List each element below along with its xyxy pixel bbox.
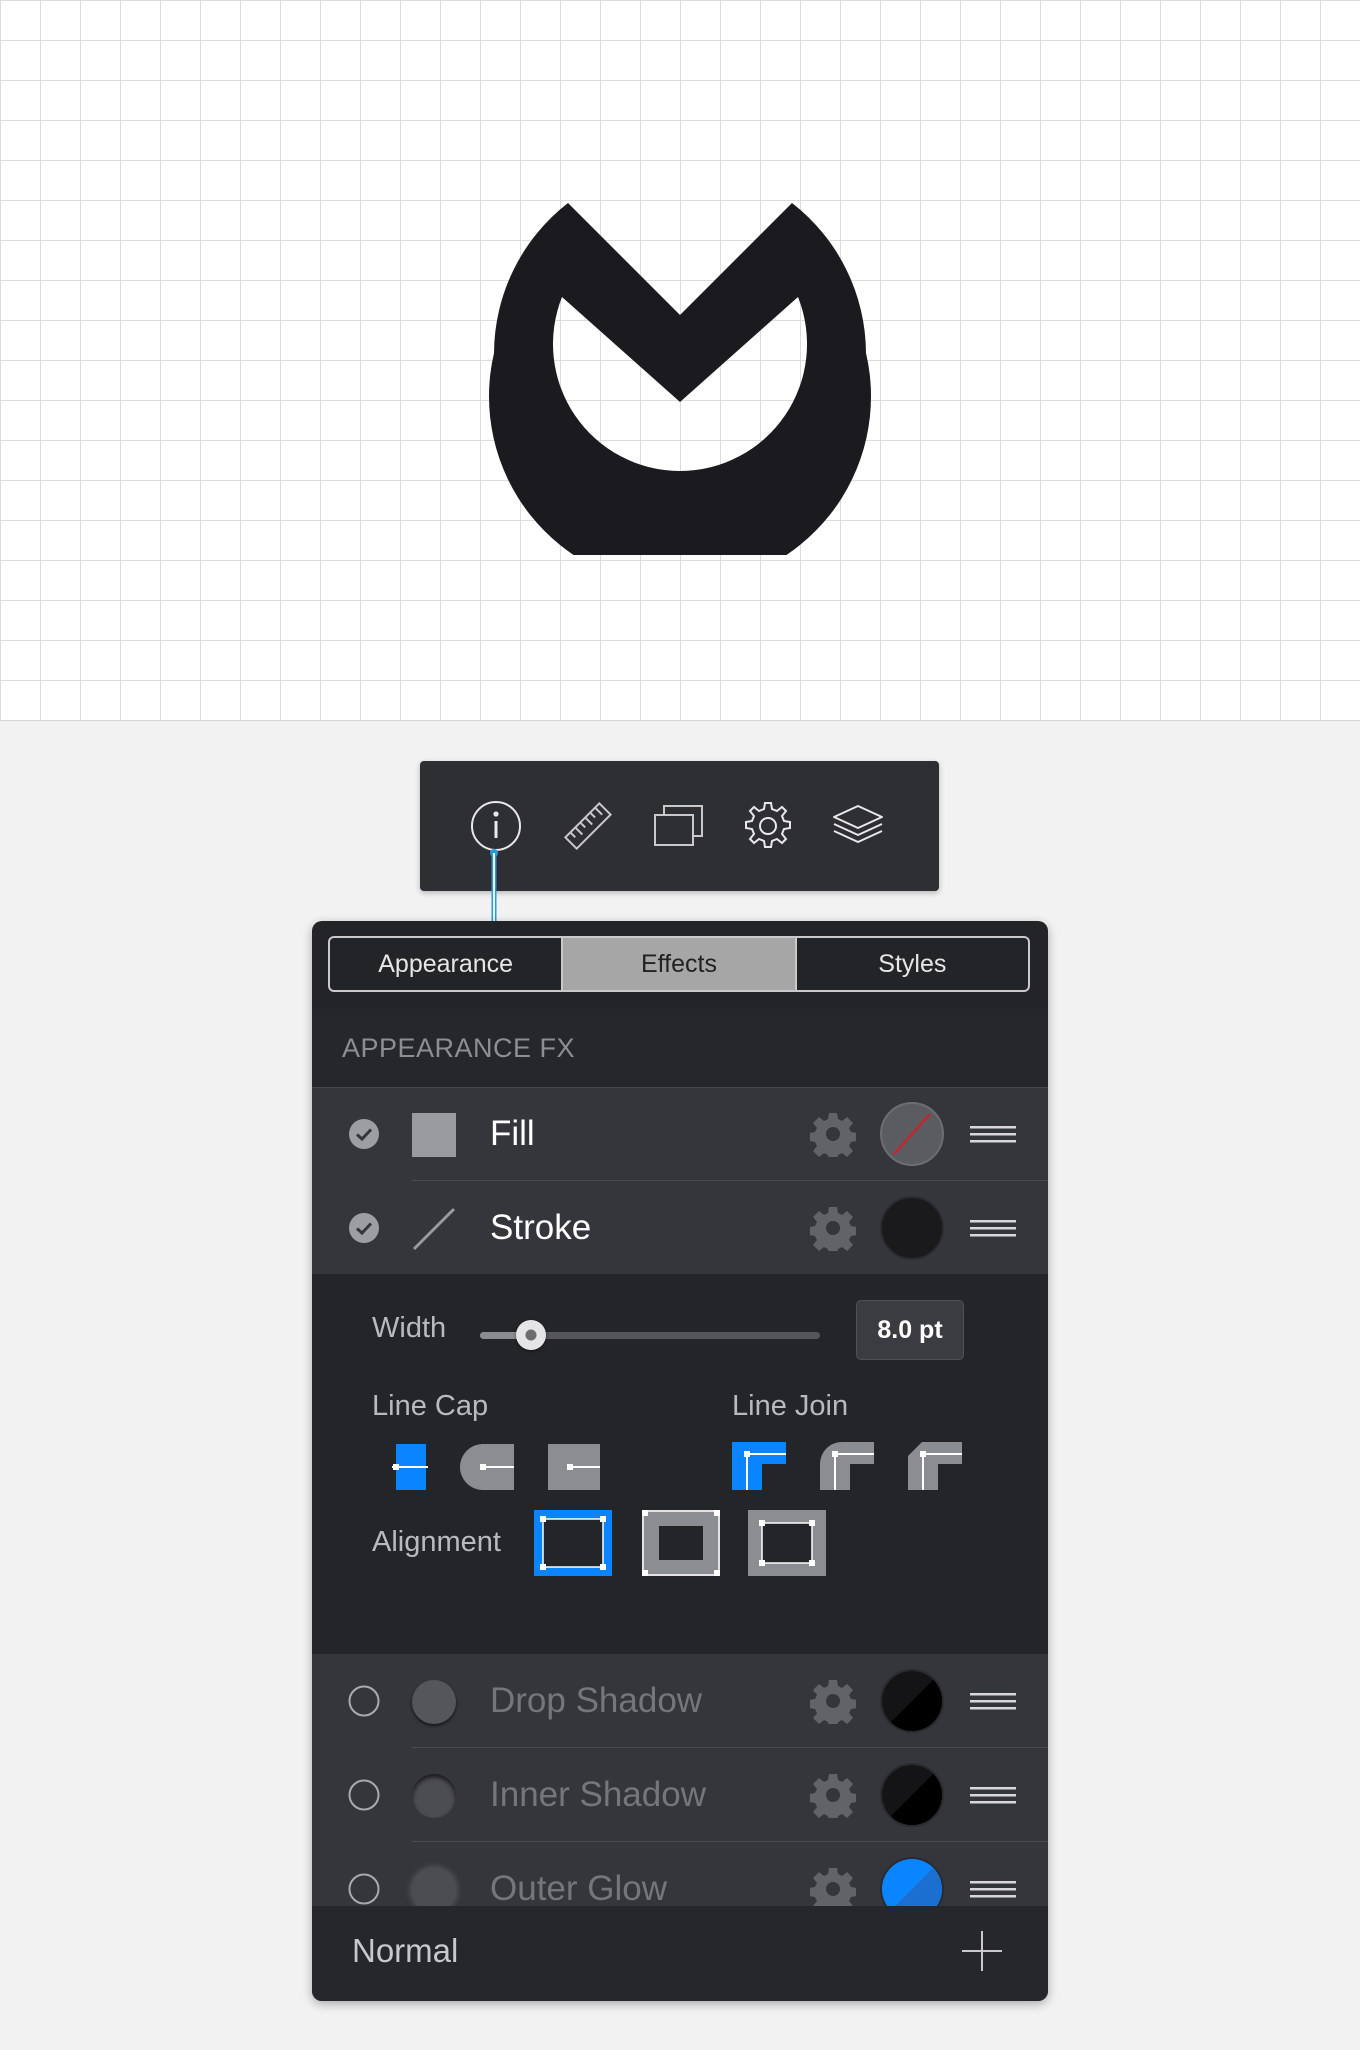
section-title: APPEARANCE FX [312, 1009, 1048, 1087]
outer-glow-enabled-checkbox[interactable] [348, 1873, 380, 1905]
drop-shadow-color-swatch[interactable] [880, 1669, 944, 1733]
inner-shadow-icon [412, 1774, 456, 1818]
info-icon[interactable] [468, 798, 524, 854]
stroke-line-icon [412, 1207, 456, 1251]
width-slider-knob[interactable] [516, 1320, 546, 1350]
tab-bar: Appearance Effects Styles [328, 936, 1030, 992]
alignment-inside-button[interactable] [534, 1510, 612, 1576]
width-slider[interactable] [480, 1320, 820, 1350]
settings-gear-icon[interactable] [810, 1205, 856, 1251]
line-join-bevel-button[interactable] [908, 1442, 962, 1490]
line-join-miter-button[interactable] [732, 1442, 786, 1490]
layers-icon[interactable] [830, 798, 886, 854]
alignment-label: Alignment [372, 1526, 501, 1558]
panel-footer: Normal [312, 1906, 1048, 2001]
tab-appearance[interactable]: Appearance [330, 938, 561, 990]
fx-row-fill[interactable]: Fill [312, 1087, 1048, 1181]
drag-handle-icon[interactable] [970, 1690, 1016, 1712]
line-join-label: Line Join [732, 1390, 849, 1422]
fill-enabled-checkbox[interactable] [348, 1118, 380, 1150]
drag-handle-icon[interactable] [970, 1217, 1016, 1239]
settings-gear-icon[interactable] [810, 1678, 856, 1724]
drop-shadow-enabled-checkbox[interactable] [348, 1685, 380, 1717]
artboards-icon[interactable] [650, 798, 706, 854]
width-label: Width [372, 1312, 447, 1344]
m-logo-icon[interactable] [480, 195, 880, 555]
drop-shadow-icon [412, 1680, 456, 1724]
drag-handle-icon[interactable] [970, 1123, 1016, 1145]
settings-gear-icon[interactable] [810, 1772, 856, 1818]
fx-row-stroke[interactable]: Stroke [312, 1181, 1048, 1275]
fx-label: Inner Shadow [490, 1775, 706, 1814]
blend-mode-selector[interactable]: Normal [352, 1906, 458, 1996]
drag-handle-icon[interactable] [970, 1878, 1016, 1900]
ruler-icon[interactable] [560, 798, 616, 854]
tab-effects[interactable]: Effects [561, 938, 795, 990]
line-cap-label: Line Cap [372, 1390, 489, 1422]
line-cap-round-button[interactable] [460, 1444, 514, 1490]
alignment-outside-button[interactable] [748, 1510, 826, 1576]
add-effect-plus-icon[interactable] [960, 1929, 1004, 1973]
alignment-center-button[interactable] [642, 1510, 720, 1576]
stroke-enabled-checkbox[interactable] [348, 1212, 380, 1244]
fx-row-drop-shadow[interactable]: Drop Shadow [312, 1654, 1048, 1748]
inspector-panel: Appearance Effects Styles APPEARANCE FX … [312, 921, 1048, 2001]
tooltip-connector [490, 849, 498, 924]
inner-shadow-color-swatch[interactable] [880, 1763, 944, 1827]
artboard-canvas[interactable] [0, 0, 1360, 721]
line-cap-square-button[interactable] [548, 1444, 600, 1490]
fill-color-none-swatch[interactable] [880, 1102, 944, 1166]
fx-label: Fill [490, 1114, 535, 1153]
stroke-color-swatch[interactable] [880, 1196, 944, 1260]
line-join-round-button[interactable] [820, 1442, 874, 1490]
fx-label: Drop Shadow [490, 1681, 703, 1720]
gear-icon[interactable] [740, 798, 796, 854]
stroke-options: Width 8.0 pt Line Cap Line Join Alignmen… [312, 1274, 1048, 1654]
settings-gear-icon[interactable] [810, 1111, 856, 1157]
fx-label: Stroke [490, 1208, 592, 1247]
inner-shadow-enabled-checkbox[interactable] [348, 1779, 380, 1811]
line-cap-butt-button[interactable] [392, 1444, 428, 1490]
width-value-field[interactable]: 8.0 pt [856, 1300, 964, 1360]
fill-swatch-icon [412, 1113, 456, 1157]
drag-handle-icon[interactable] [970, 1784, 1016, 1806]
tab-styles[interactable]: Styles [794, 938, 1028, 990]
fx-row-inner-shadow[interactable]: Inner Shadow [312, 1748, 1048, 1842]
